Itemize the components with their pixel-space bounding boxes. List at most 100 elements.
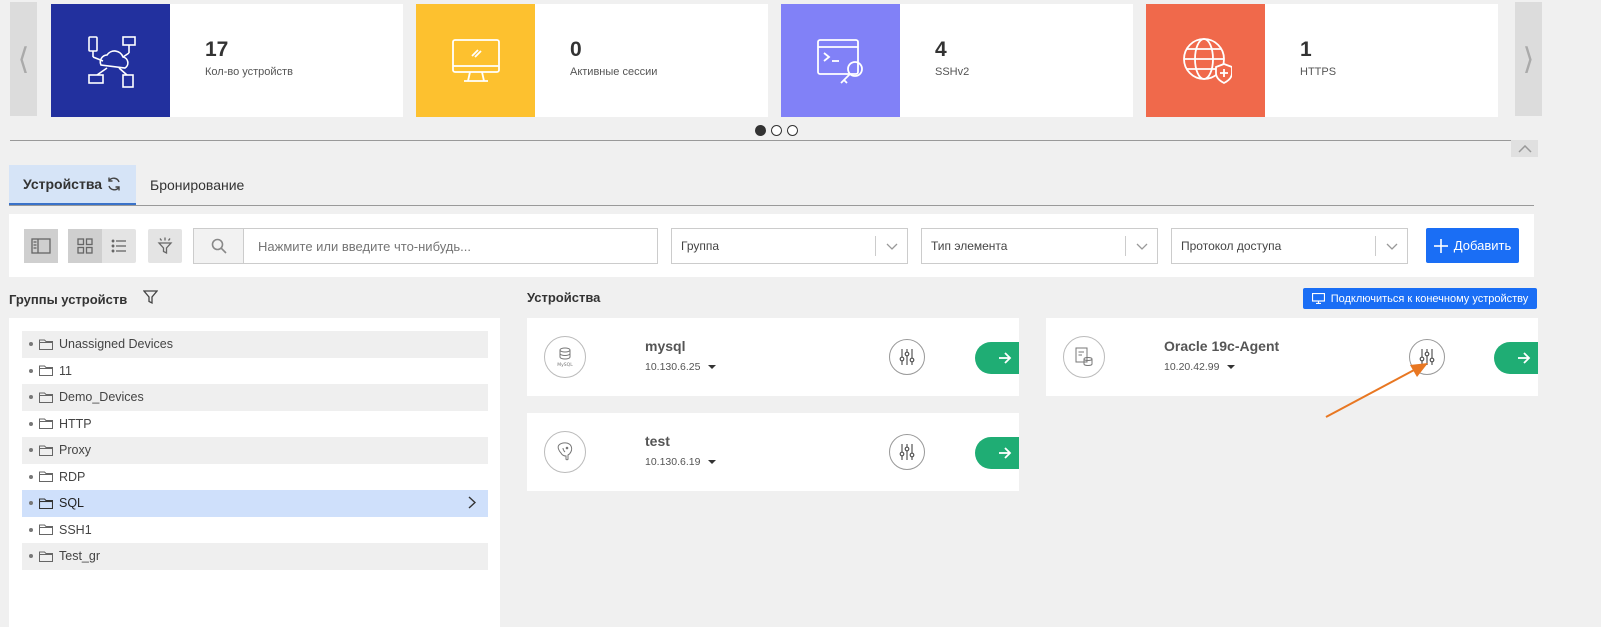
device-ip[interactable]: 10.130.6.25 [645, 361, 717, 373]
arrow-right-icon [1518, 352, 1531, 364]
carousel-dot-3[interactable] [787, 125, 798, 136]
groups-title: Группы устройств [9, 291, 128, 307]
folder-icon [39, 471, 53, 483]
arrow-right-icon [999, 352, 1012, 364]
stat-value: 0 [570, 38, 582, 61]
stat-card-sshv2[interactable]: 4 SSHv2 [781, 4, 1133, 117]
group-item-selected[interactable]: SQL [22, 490, 488, 517]
chevron-up-icon [1517, 144, 1532, 153]
caret-down-icon [708, 365, 717, 369]
plus-icon [1433, 238, 1448, 253]
group-item[interactable]: RDP [22, 464, 488, 491]
groups-header: Группы устройств [9, 290, 159, 308]
device-name: mysql [645, 338, 686, 354]
monitor-icon [1311, 293, 1325, 304]
carousel-pagination [755, 125, 798, 136]
carousel-next-button[interactable]: ⟩ [1515, 2, 1542, 116]
add-button[interactable]: Добавить [1426, 228, 1519, 263]
add-button-label: Добавить [1453, 238, 1512, 253]
folder-icon [39, 365, 53, 377]
device-card[interactable]: test 10.130.6.19 [527, 413, 1019, 491]
terminal-key-icon [781, 4, 900, 117]
sidebar-toggle-button[interactable] [24, 229, 58, 263]
tab-booking[interactable]: Бронирование [136, 165, 258, 205]
stat-card-https[interactable]: 1 HTTPS [1146, 4, 1498, 117]
search-icon[interactable] [194, 229, 244, 263]
refresh-icon[interactable] [106, 176, 122, 192]
filter-sparkle-icon [157, 237, 173, 255]
sidebar-layout-icon [31, 238, 51, 254]
chevron-down-icon [1126, 243, 1157, 250]
panel-toggle-group [24, 229, 58, 263]
group-item-label: 11 [59, 363, 72, 378]
sliders-icon [1419, 349, 1435, 365]
database-doc-icon [1063, 336, 1105, 378]
group-item[interactable]: Demo_Devices [22, 384, 488, 411]
group-item[interactable]: HTTP [22, 411, 488, 438]
carousel-dot-2[interactable] [771, 125, 782, 136]
sliders-icon [899, 349, 915, 365]
view-mode-group [68, 229, 136, 263]
folder-open-icon [39, 498, 53, 509]
stat-card-sessions[interactable]: 0 Активные сессии [416, 4, 768, 117]
device-card[interactable]: Oracle 19c-Agent 10.20.42.99 [1046, 318, 1538, 396]
chevron-down-icon [1376, 243, 1407, 250]
search-input[interactable] [244, 238, 657, 254]
stat-label: Активные сессии [570, 66, 658, 78]
connect-endpoint-button[interactable]: Подключиться к конечному устройству [1303, 288, 1537, 309]
connect-arrow-button[interactable] [975, 342, 1019, 374]
group-item[interactable]: Proxy [22, 437, 488, 464]
device-ip[interactable]: 10.130.6.19 [645, 456, 717, 468]
group-item-label: HTTP [59, 416, 92, 431]
group-item[interactable]: Test_gr [22, 543, 488, 570]
folder-icon [39, 551, 53, 562]
group-item-label: RDP [59, 469, 86, 484]
collapse-button[interactable] [1511, 140, 1538, 157]
tab-devices[interactable]: Устройства [9, 165, 137, 205]
carousel-prev-button[interactable]: ⟨ [10, 2, 37, 116]
mysql-icon: MySQL [544, 336, 586, 378]
access-protocol-select-label: Протокол доступа [1181, 239, 1282, 253]
settings-button[interactable] [889, 434, 925, 470]
settings-button[interactable] [889, 339, 925, 375]
grid-view-button[interactable] [68, 229, 102, 263]
device-ip[interactable]: 10.20.42.99 [1164, 361, 1236, 373]
connect-endpoint-label: Подключиться к конечному устройству [1330, 292, 1529, 305]
element-type-select-label: Тип элемента [931, 239, 1008, 253]
bullet [29, 395, 33, 400]
group-select[interactable]: Группа [671, 228, 908, 264]
folder-icon [39, 524, 53, 536]
connect-arrow-button[interactable] [1494, 342, 1538, 374]
device-card[interactable]: MySQL mysql 10.130.6.25 [527, 318, 1019, 396]
network-devices-icon [51, 4, 170, 117]
filter-button[interactable] [148, 229, 182, 263]
group-item[interactable]: 11 [22, 358, 488, 385]
connect-arrow-button[interactable] [975, 437, 1019, 469]
groups-panel: Unassigned Devices 11 Demo_Devices HTTP … [9, 318, 500, 627]
filter-icon[interactable] [142, 290, 159, 308]
folder-icon [39, 392, 53, 403]
access-protocol-select[interactable]: Протокол доступа [1171, 228, 1408, 264]
bullet [29, 474, 33, 479]
element-type-select[interactable]: Тип элемента [921, 228, 1158, 264]
bullet [29, 527, 33, 532]
chevron-right-icon[interactable] [468, 496, 477, 512]
bullet [29, 368, 33, 373]
bullet [29, 342, 33, 347]
stat-card-devices[interactable]: 17 Кол-во устройств [51, 4, 403, 117]
carousel-dot-1[interactable] [755, 125, 766, 136]
stat-label: SSHv2 [935, 66, 970, 78]
group-item[interactable]: Unassigned Devices [22, 331, 488, 358]
postgres-icon [544, 431, 586, 473]
chevron-down-icon [876, 243, 907, 250]
group-item-label: Demo_Devices [59, 390, 144, 405]
tab-label: Устройства [23, 176, 103, 192]
settings-button[interactable] [1409, 339, 1445, 375]
stat-value: 4 [935, 38, 947, 61]
main-tabs: Устройства Бронирование [9, 165, 1534, 206]
bullet [29, 421, 33, 426]
list-view-button[interactable] [102, 229, 136, 263]
group-item[interactable]: SSH1 [22, 517, 488, 544]
grid-icon [77, 238, 93, 254]
device-ip-text: 10.130.6.25 [645, 361, 701, 373]
